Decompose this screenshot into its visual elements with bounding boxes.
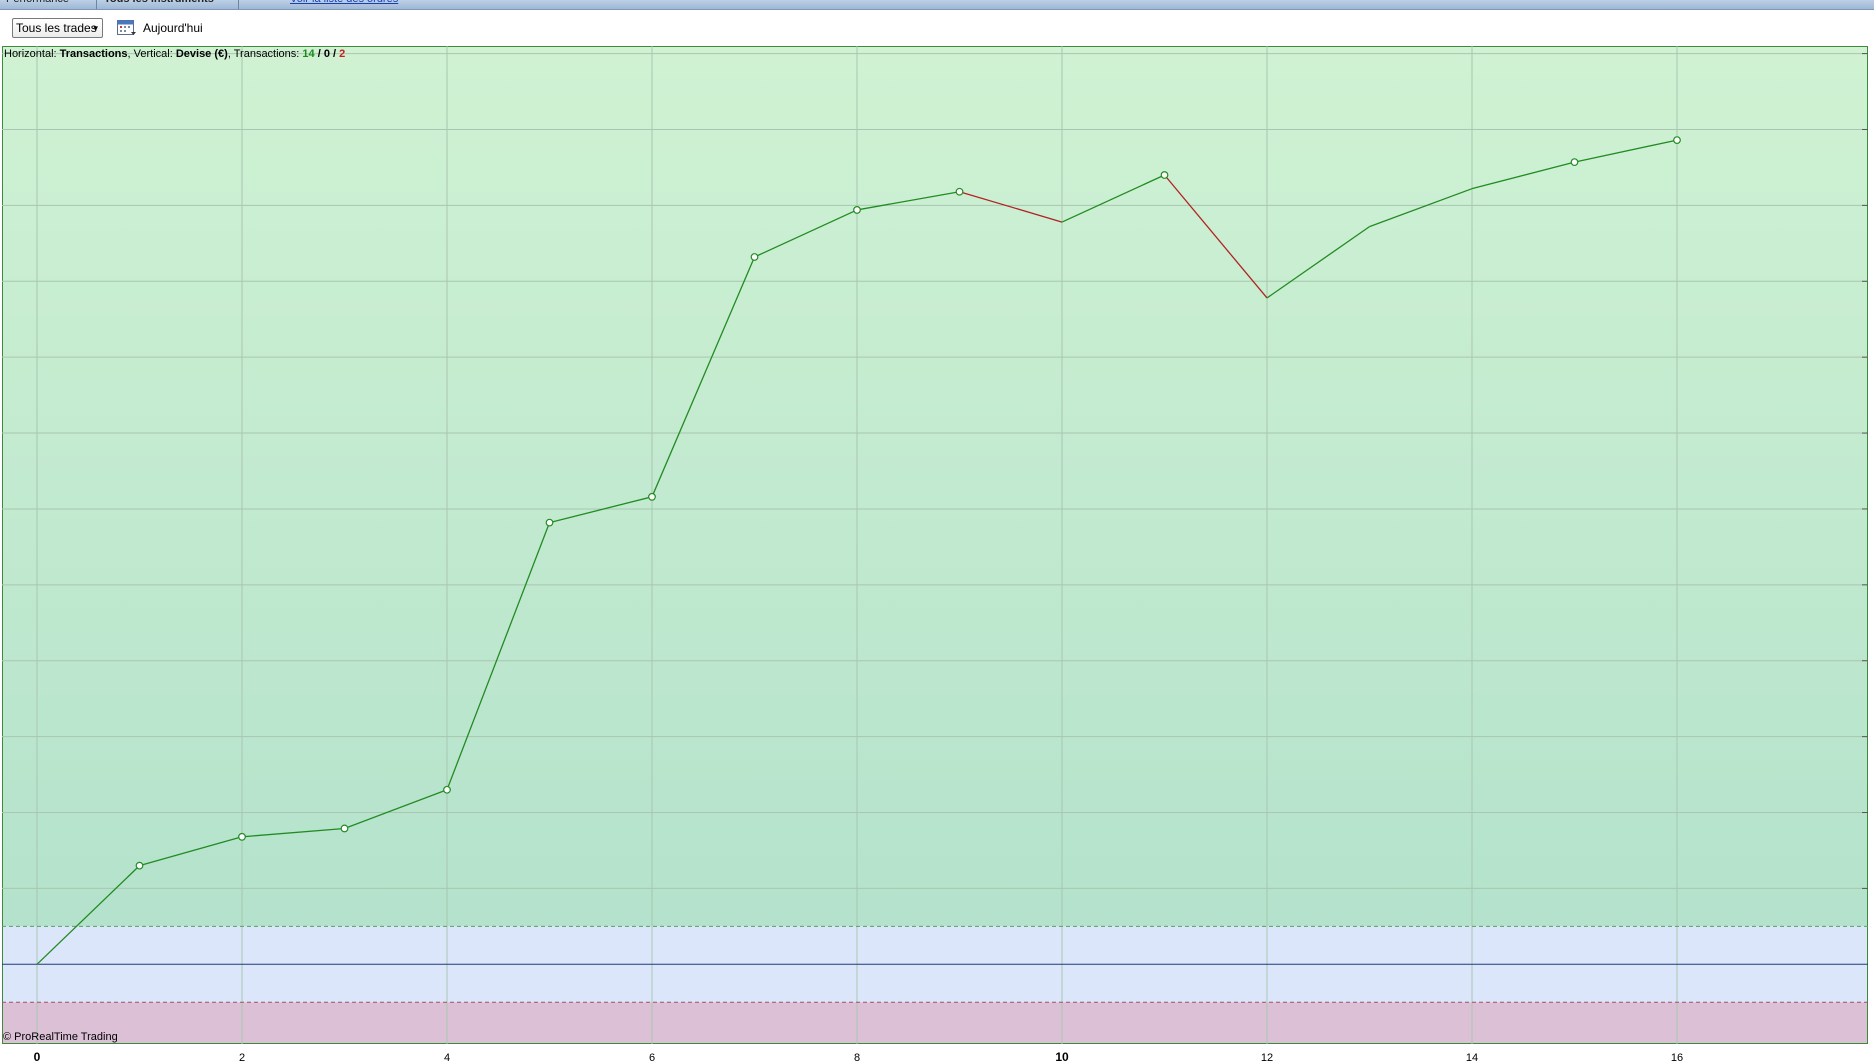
vertical-value: Devise (€) bbox=[175, 48, 228, 60]
x-tick-label: 14 bbox=[1466, 1052, 1478, 1063]
wins-count: 14 bbox=[302, 48, 315, 60]
data-point bbox=[1570, 158, 1579, 167]
x-tick-label: 6 bbox=[649, 1052, 655, 1063]
today-label: Aujourd'hui bbox=[143, 21, 203, 35]
horizontal-label: Horizontal: bbox=[4, 48, 57, 60]
data-point bbox=[443, 785, 451, 794]
losses-count: 2 bbox=[339, 48, 346, 60]
tab-all-instruments[interactable]: Tous les instruments bbox=[104, 0, 214, 8]
trade-filter-select[interactable]: Tous les trades ▾ bbox=[12, 18, 103, 38]
data-point bbox=[1673, 136, 1681, 145]
data-point bbox=[1160, 171, 1169, 179]
data-point bbox=[750, 253, 759, 261]
chevron-down-icon: ▾ bbox=[93, 23, 98, 33]
trade-filter-value: Tous les trades bbox=[16, 21, 97, 35]
x-tick-label: 12 bbox=[1261, 1052, 1273, 1063]
orders-link[interactable]: Voir la liste des ordres bbox=[290, 0, 398, 8]
chart-info-line: Horizontal: Transactions, Vertical: Devi… bbox=[4, 48, 346, 60]
copyright-note: © ProRealTime Trading bbox=[3, 1031, 118, 1043]
data-point bbox=[955, 187, 964, 196]
data-point bbox=[853, 206, 861, 214]
chart-canvas: 0 2 4 6 8 10 12 14 16 bbox=[2, 46, 1868, 1063]
data-point bbox=[340, 824, 349, 833]
data-point bbox=[238, 832, 246, 841]
data-point bbox=[648, 492, 656, 501]
vertical-label: Vertical: bbox=[133, 48, 173, 60]
loss-zone bbox=[2, 1002, 1868, 1044]
tab-performance[interactable]: Performance bbox=[6, 0, 69, 8]
toolbar: Tous les trades ▾ Aujourd'hui bbox=[0, 10, 1874, 46]
x-tick-label: 4 bbox=[444, 1052, 450, 1063]
x-tick-label: 0 bbox=[34, 1050, 41, 1063]
x-tick-label: 10 bbox=[1055, 1050, 1069, 1063]
data-point bbox=[545, 518, 554, 527]
transactions-label: Transactions: bbox=[233, 48, 300, 60]
x-tick-label: 16 bbox=[1671, 1052, 1683, 1063]
x-tick-label: 8 bbox=[854, 1052, 860, 1063]
top-tab-strip: Performance Tous les instruments Voir la… bbox=[0, 0, 1874, 10]
calendar-icon bbox=[117, 20, 136, 35]
tab-divider bbox=[96, 0, 97, 9]
x-tick-label: 2 bbox=[239, 1052, 245, 1063]
data-point bbox=[135, 861, 144, 870]
equity-chart[interactable]: 0 2 4 6 8 10 12 14 16 Horizontal: Transactions, … bbox=[0, 46, 1874, 1063]
gain-zone bbox=[2, 46, 1868, 927]
horizontal-value: Transactions bbox=[59, 48, 128, 60]
tab-divider bbox=[238, 0, 239, 9]
